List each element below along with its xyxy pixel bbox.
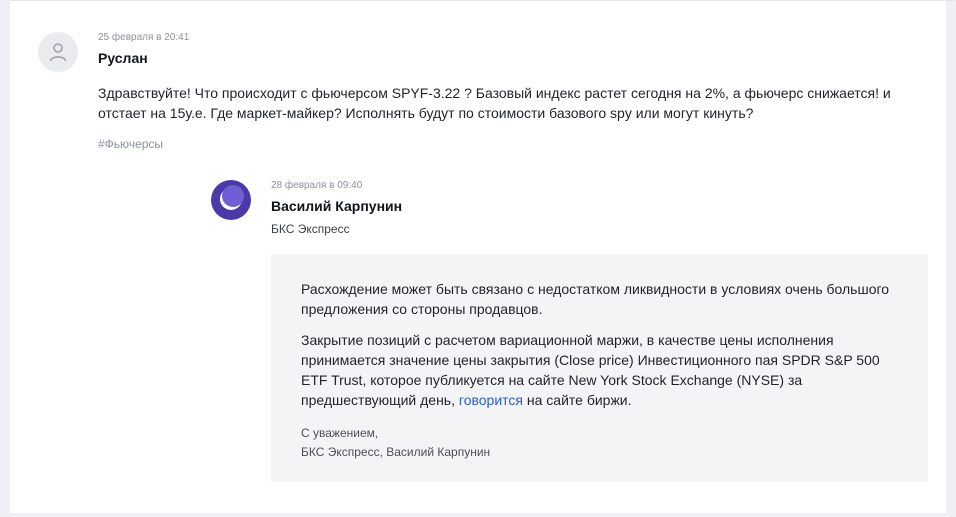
bks-logo-accent	[222, 185, 244, 207]
question-date: 25 февраля в 20:41	[98, 32, 190, 43]
answer-company: БКС Экспресс	[271, 222, 350, 236]
tag-link[interactable]: #Фьючерсы	[98, 137, 163, 151]
answer-paragraph-2: Закрытие позиций с расчетом вариационной…	[301, 330, 891, 410]
answer-date: 28 февраля в 09:40	[271, 180, 363, 191]
signature-line-2: БКС Экспресс, Василий Карпунин	[301, 445, 491, 459]
answer-paragraph-2-tail: на сайте биржи.	[522, 392, 632, 408]
question-author[interactable]: Руслан	[98, 50, 148, 66]
signature-line-1: С уважением,	[301, 426, 379, 440]
bks-avatar[interactable]	[211, 180, 251, 220]
source-link[interactable]: говорится	[459, 392, 523, 408]
user-avatar	[38, 32, 78, 72]
user-silhouette-icon	[49, 43, 67, 62]
divider	[10, 0, 956, 1]
answer-body: Расхождение может быть связано с недоста…	[271, 254, 928, 482]
question-card: 25 февраля в 20:41 Руслан Здравствуйте! …	[10, 0, 956, 513]
answer-author[interactable]: Василий Карпунин	[271, 198, 402, 214]
answer-signature: С уважением, БКС Экспресс, Василий Карпу…	[301, 424, 490, 462]
answer-paragraph-1: Расхождение может быть связано с недоста…	[301, 281, 890, 317]
question-text: Здравствуйте! Что происходит с фьючерсом…	[98, 85, 891, 121]
